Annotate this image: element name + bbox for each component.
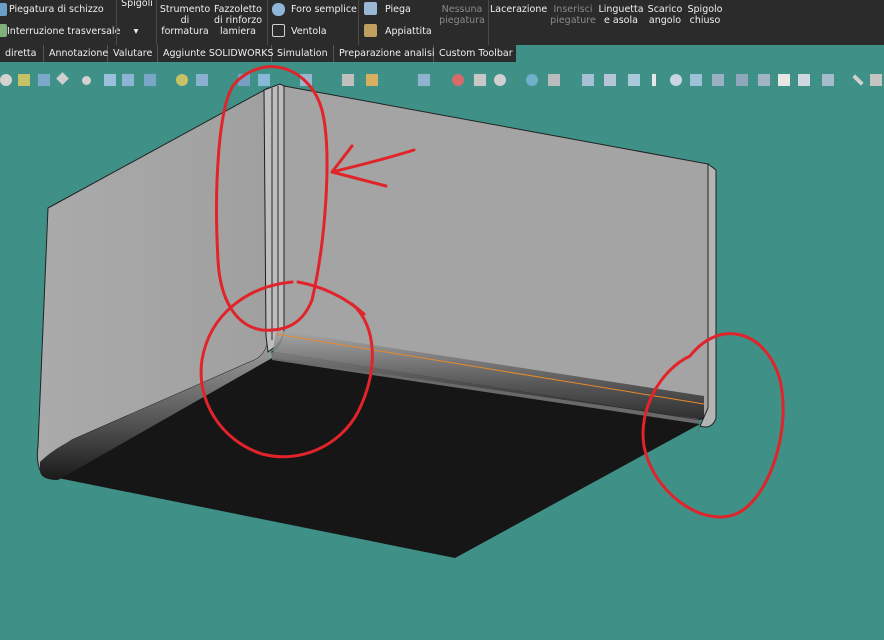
graphics-area[interactable] [0, 0, 884, 640]
corner-joint-face[interactable] [263, 83, 285, 353]
